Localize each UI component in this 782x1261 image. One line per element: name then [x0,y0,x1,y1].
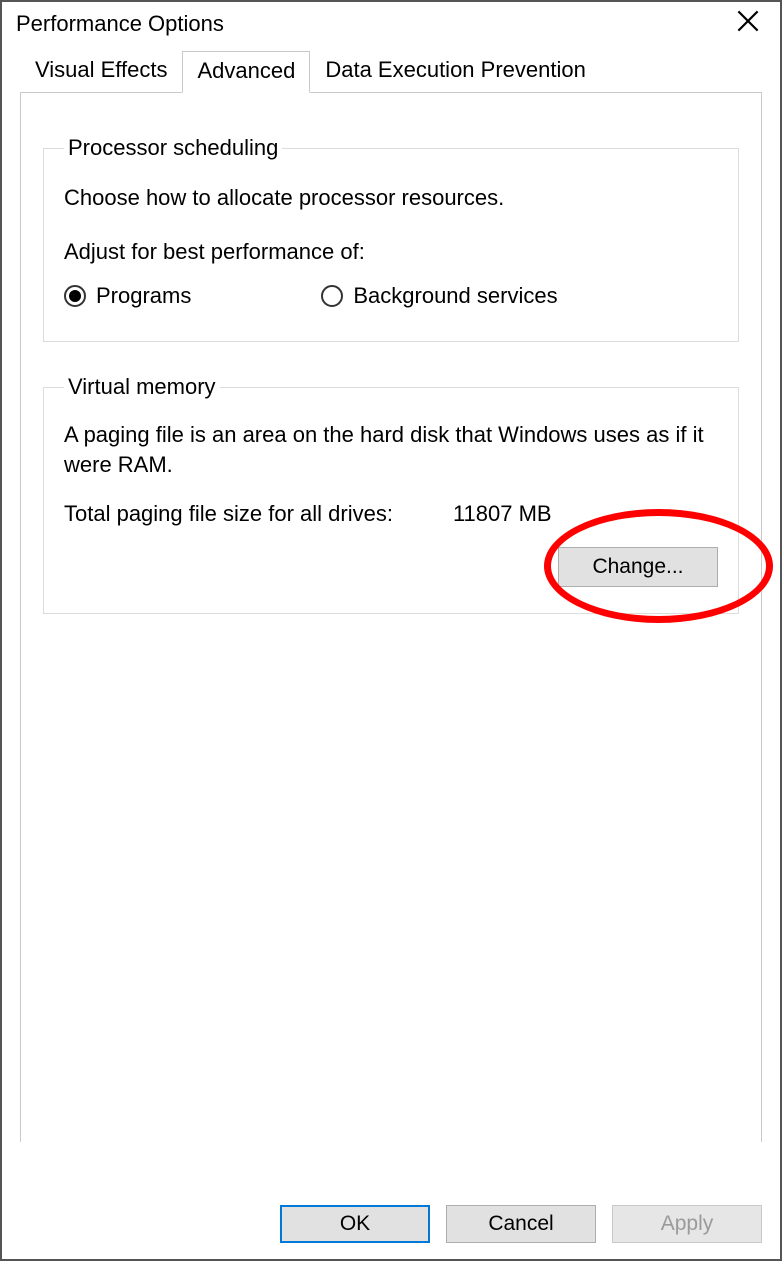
radio-programs-label: Programs [96,283,191,309]
adjust-for-label: Adjust for best performance of: [64,239,718,265]
close-button[interactable] [728,8,768,40]
paging-file-size-row: Total paging file size for all drives: 1… [64,501,718,527]
radio-selected-icon [64,285,86,307]
virtual-memory-legend: Virtual memory [64,374,220,400]
processor-scheduling-description: Choose how to allocate processor resourc… [64,185,718,211]
change-button[interactable]: Change... [558,547,718,587]
ok-button[interactable]: OK [280,1205,430,1243]
titlebar: Performance Options [2,2,780,50]
dialog-footer: OK Cancel Apply [2,1191,780,1259]
radio-background-label: Background services [353,283,557,309]
performance-options-dialog: Performance Options Visual Effects Advan… [0,0,782,1261]
cancel-button[interactable]: Cancel [446,1205,596,1243]
apply-button: Apply [612,1205,762,1243]
window-title: Performance Options [16,11,224,37]
virtual-memory-button-row: Change... [64,547,718,587]
close-icon [737,10,759,38]
radio-programs[interactable]: Programs [64,283,191,309]
tab-visual-effects[interactable]: Visual Effects [20,50,182,92]
tab-dep[interactable]: Data Execution Prevention [310,50,601,92]
tab-strip: Visual Effects Advanced Data Execution P… [20,50,762,92]
virtual-memory-group: Virtual memory A paging file is an area … [43,374,739,614]
tab-advanced[interactable]: Advanced [182,51,310,93]
tabs-container: Visual Effects Advanced Data Execution P… [20,50,762,1142]
tab-panel-advanced: Processor scheduling Choose how to alloc… [20,92,762,1142]
virtual-memory-description: A paging file is an area on the hard dis… [64,420,718,479]
processor-scheduling-legend: Processor scheduling [64,135,282,161]
paging-file-size-value: 11807 MB [453,501,552,527]
radio-background-services[interactable]: Background services [321,283,557,309]
processor-radio-row: Programs Background services [64,283,718,309]
radio-unselected-icon [321,285,343,307]
processor-scheduling-group: Processor scheduling Choose how to alloc… [43,135,739,342]
paging-file-size-label: Total paging file size for all drives: [64,501,393,527]
